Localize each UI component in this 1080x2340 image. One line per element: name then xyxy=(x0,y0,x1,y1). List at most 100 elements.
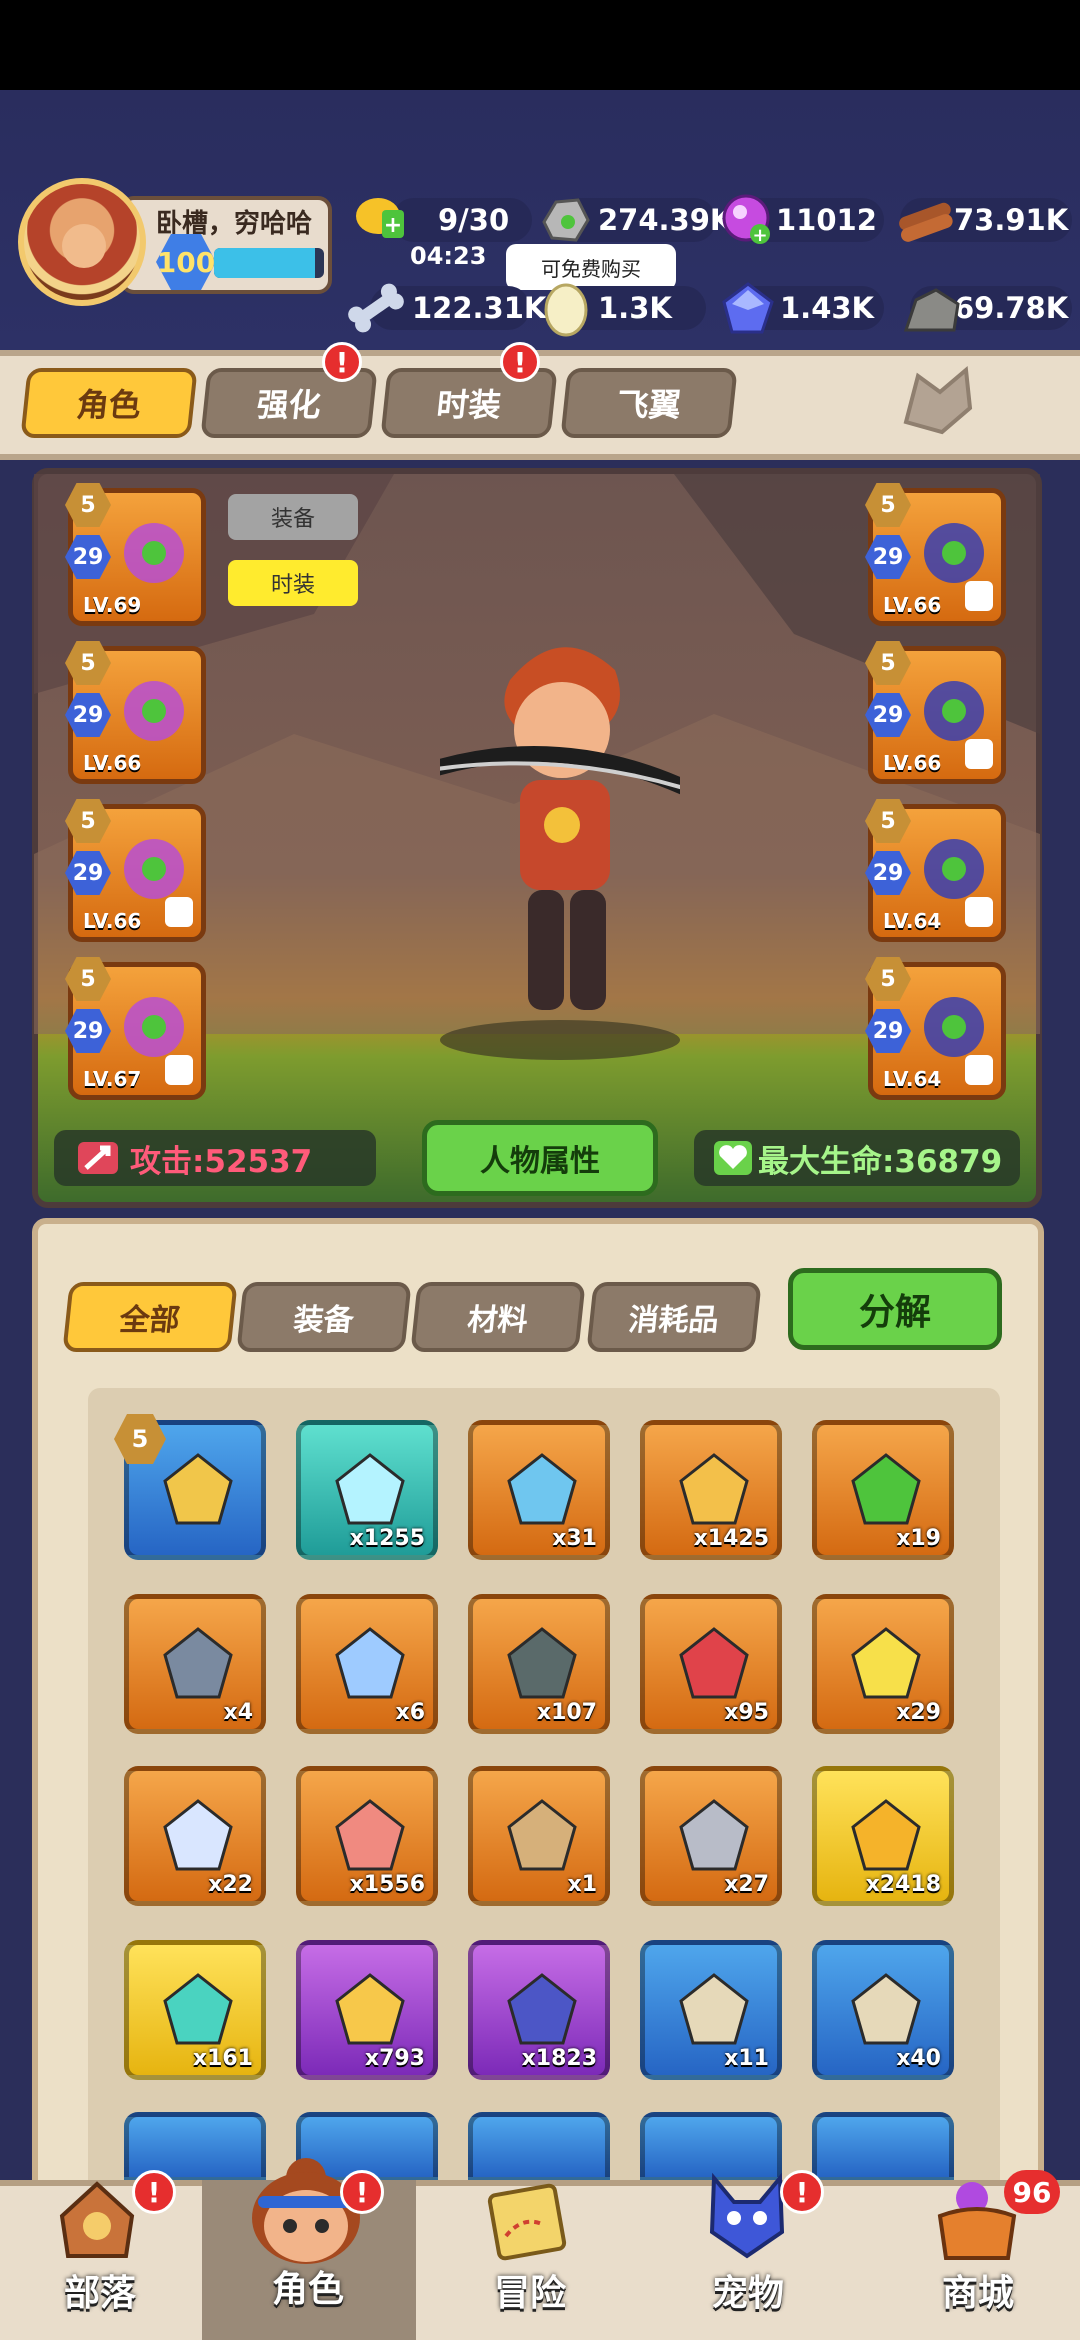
heart-icon xyxy=(714,1141,752,1175)
inventory-item[interactable]: x793 xyxy=(296,1940,438,2080)
shop-count-badge: 96 xyxy=(1004,2170,1060,2214)
tab-wings[interactable]: 飞翼 xyxy=(560,368,738,438)
rune-stone-icon xyxy=(507,1627,577,1699)
inventory-item[interactable]: x161 xyxy=(124,1940,266,2080)
glow-rune-icon xyxy=(163,1973,233,2045)
inventory-item[interactable]: x22 xyxy=(124,1766,266,1906)
inventory-item[interactable]: x40 xyxy=(812,1940,954,2080)
slot-grade-badge: 29 xyxy=(65,1009,111,1053)
left-equipment-slot[interactable]: 5 29 LV.67 xyxy=(65,957,206,1100)
slot-grade-badge: 29 xyxy=(865,535,911,579)
tab-character[interactable]: 角色 xyxy=(20,368,198,438)
tribe-icon[interactable] xyxy=(52,2176,142,2266)
inventory-item[interactable]: x11 xyxy=(640,1940,782,2080)
slot-grade-badge: 29 xyxy=(65,535,111,579)
item-count: x1255 xyxy=(349,1526,425,1551)
diamond-icon xyxy=(163,1799,233,1871)
filter-materials[interactable]: 材料 xyxy=(410,1282,586,1352)
inventory-item[interactable]: x1556 xyxy=(296,1766,438,1906)
status-bar xyxy=(0,0,1080,90)
item-count: x95 xyxy=(724,1700,769,1725)
inventory-item[interactable]: x107 xyxy=(468,1594,610,1734)
lock-icon xyxy=(965,1055,993,1085)
equipment-toggle-button[interactable]: 装备 xyxy=(228,494,358,540)
item-count: x19 xyxy=(896,1526,941,1551)
stamina-counter[interactable]: 9/30 xyxy=(392,198,532,242)
slot-level-label: LV.66 xyxy=(83,751,142,775)
tribe-alert-badge: ! xyxy=(132,2170,176,2214)
pet-icon[interactable] xyxy=(702,2172,792,2262)
locked-tab-icon[interactable] xyxy=(896,362,980,438)
stamina-icon[interactable]: + xyxy=(352,190,408,246)
necklace-icon xyxy=(163,1453,233,1525)
decompose-button[interactable]: 分解 xyxy=(788,1268,1002,1350)
item-count: x11 xyxy=(724,2046,769,2071)
slot-level-label: LV.64 xyxy=(883,1067,942,1091)
slot-level-label: LV.64 xyxy=(883,909,942,933)
crystal-icon xyxy=(335,1453,405,1525)
lock-icon xyxy=(965,739,993,769)
lock-icon xyxy=(965,581,993,611)
svg-text:+: + xyxy=(752,225,767,246)
adventure-map-icon[interactable] xyxy=(482,2176,572,2266)
pet-alert-badge: ! xyxy=(780,2170,824,2214)
item-count: x6 xyxy=(395,1700,426,1725)
item-count: x31 xyxy=(552,1526,597,1551)
slot-level-label: LV.66 xyxy=(883,593,942,617)
right-equipment-slot[interactable]: 5 29 LV.64 xyxy=(865,957,1006,1100)
attack-icon xyxy=(78,1142,118,1174)
slot-level-label: LV.69 xyxy=(83,593,142,617)
nav-adventure[interactable]: 冒险 xyxy=(494,2264,566,2316)
purple-gem-icon[interactable]: + xyxy=(720,192,776,248)
fashion-toggle-button[interactable]: 时装 xyxy=(228,560,358,606)
item-count: x1 xyxy=(567,1872,598,1897)
inventory-item[interactable]: x1823 xyxy=(468,1940,610,2080)
scepter-icon xyxy=(507,1453,577,1525)
inventory-item[interactable]: x1425 xyxy=(640,1420,782,1560)
inventory-item[interactable]: x27 xyxy=(640,1766,782,1906)
character-alert-badge: ! xyxy=(340,2170,384,2214)
potion-icon xyxy=(679,1453,749,1525)
shard-icon xyxy=(335,1627,405,1699)
inventory-item[interactable]: x6 xyxy=(296,1594,438,1734)
nav-tribe[interactable]: 部落 xyxy=(64,2264,136,2316)
nav-pets[interactable]: 宠物 xyxy=(712,2264,784,2316)
inventory-item[interactable]: x4 xyxy=(124,1594,266,1734)
lock-icon xyxy=(165,1055,193,1085)
item-count: x29 xyxy=(896,1700,941,1725)
attack-stat: 攻击:52537 xyxy=(54,1130,376,1186)
right-equipment-slot[interactable]: 5 29 LV.64 xyxy=(865,799,1006,942)
inventory-item[interactable] xyxy=(812,2112,954,2182)
fashion-alert-badge: ! xyxy=(500,342,540,382)
right-equipment-slot[interactable]: 5 29 LV.66 xyxy=(865,483,1006,626)
xp-bar xyxy=(214,248,324,278)
slot-grade-badge: 29 xyxy=(65,693,111,737)
left-equipment-slot[interactable]: 5 29 LV.66 xyxy=(65,641,206,784)
filter-equipment[interactable]: 装备 xyxy=(236,1282,412,1352)
inventory-item[interactable]: x2418 xyxy=(812,1766,954,1906)
nav-character[interactable]: 角色 xyxy=(272,2260,344,2312)
inventory-item[interactable]: x1255 xyxy=(296,1420,438,1560)
pickaxe-icon xyxy=(163,1627,233,1699)
inventory-item[interactable] xyxy=(468,2112,610,2182)
slot-grade-badge: 29 xyxy=(865,693,911,737)
inventory-item[interactable]: x95 xyxy=(640,1594,782,1734)
tube-icon xyxy=(335,1799,405,1871)
inventory-item[interactable]: x31 xyxy=(468,1420,610,1560)
flask-icon xyxy=(851,1453,921,1525)
left-equipment-slot[interactable]: 5 29 LV.66 xyxy=(65,799,206,942)
avatar[interactable] xyxy=(18,178,146,306)
right-equipment-slot[interactable]: 5 29 LV.66 xyxy=(865,641,1006,784)
max-hp-stat: 最大生命:36879 xyxy=(694,1130,1020,1186)
inventory-item[interactable]: x29 xyxy=(812,1594,954,1734)
filter-all[interactable]: 全部 xyxy=(62,1282,238,1352)
red-crystal-icon xyxy=(679,1627,749,1699)
nav-shop[interactable]: 商城 xyxy=(942,2264,1014,2316)
left-equipment-slot[interactable]: 5 29 LV.69 xyxy=(65,483,206,626)
inventory-item[interactable]: x19 xyxy=(812,1420,954,1560)
inventory-item[interactable]: x1 xyxy=(468,1766,610,1906)
character-attributes-button[interactable]: 人物属性 xyxy=(422,1120,658,1196)
filter-consumables[interactable]: 消耗品 xyxy=(586,1282,762,1352)
map-scroll-icon xyxy=(679,1973,749,2045)
item-count: x22 xyxy=(208,1872,253,1897)
